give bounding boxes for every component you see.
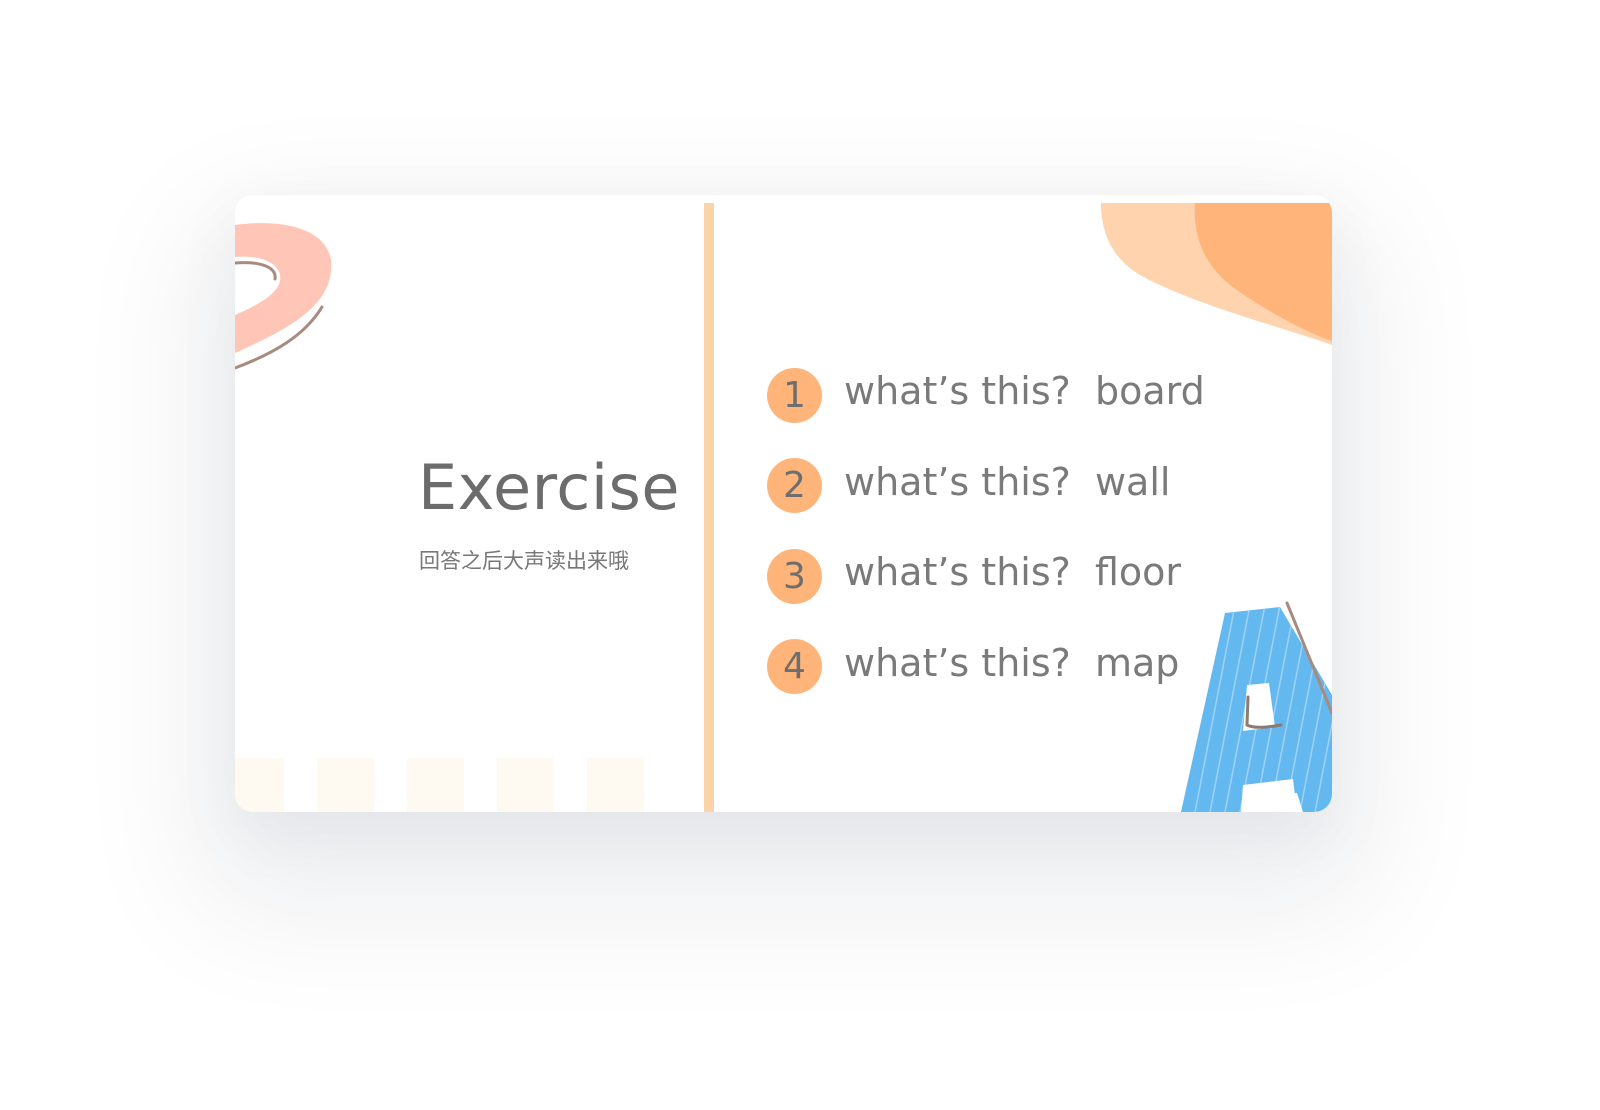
vertical-divider <box>704 203 714 812</box>
slide: Exercise 回答之后大声读出来哦 1 what’s this? board… <box>235 195 1332 812</box>
question-number-badge: 1 <box>767 367 822 423</box>
faint-squares-decoration <box>235 758 644 812</box>
question-number-badge: 3 <box>767 548 822 604</box>
question-text: what’s this? wall <box>844 459 1171 504</box>
question-item-2: 2 what’s this? wall <box>767 458 1205 514</box>
question-item-1: 1 what’s this? board <box>767 367 1205 423</box>
question-item-4: 4 what’s this? map <box>767 639 1205 695</box>
question-list: 1 what’s this? board 2 what’s this? wall… <box>767 367 1205 729</box>
orange-blob-decoration <box>1101 203 1332 345</box>
slide-title: Exercise <box>418 451 680 524</box>
pink-ring-decoration <box>235 223 332 370</box>
slide-subtitle: 回答之后大声读出来哦 <box>419 549 629 573</box>
canvas: Exercise 回答之后大声读出来哦 1 what’s this? board… <box>0 0 1600 1110</box>
question-text: what’s this? map <box>844 640 1180 685</box>
question-number-badge: 2 <box>767 458 822 513</box>
question-text: what’s this? floor <box>844 550 1182 594</box>
question-number-badge: 4 <box>767 639 822 694</box>
question-item-3: 3 what’s this? floor <box>767 548 1205 604</box>
question-text: what’s this? board <box>844 369 1205 413</box>
